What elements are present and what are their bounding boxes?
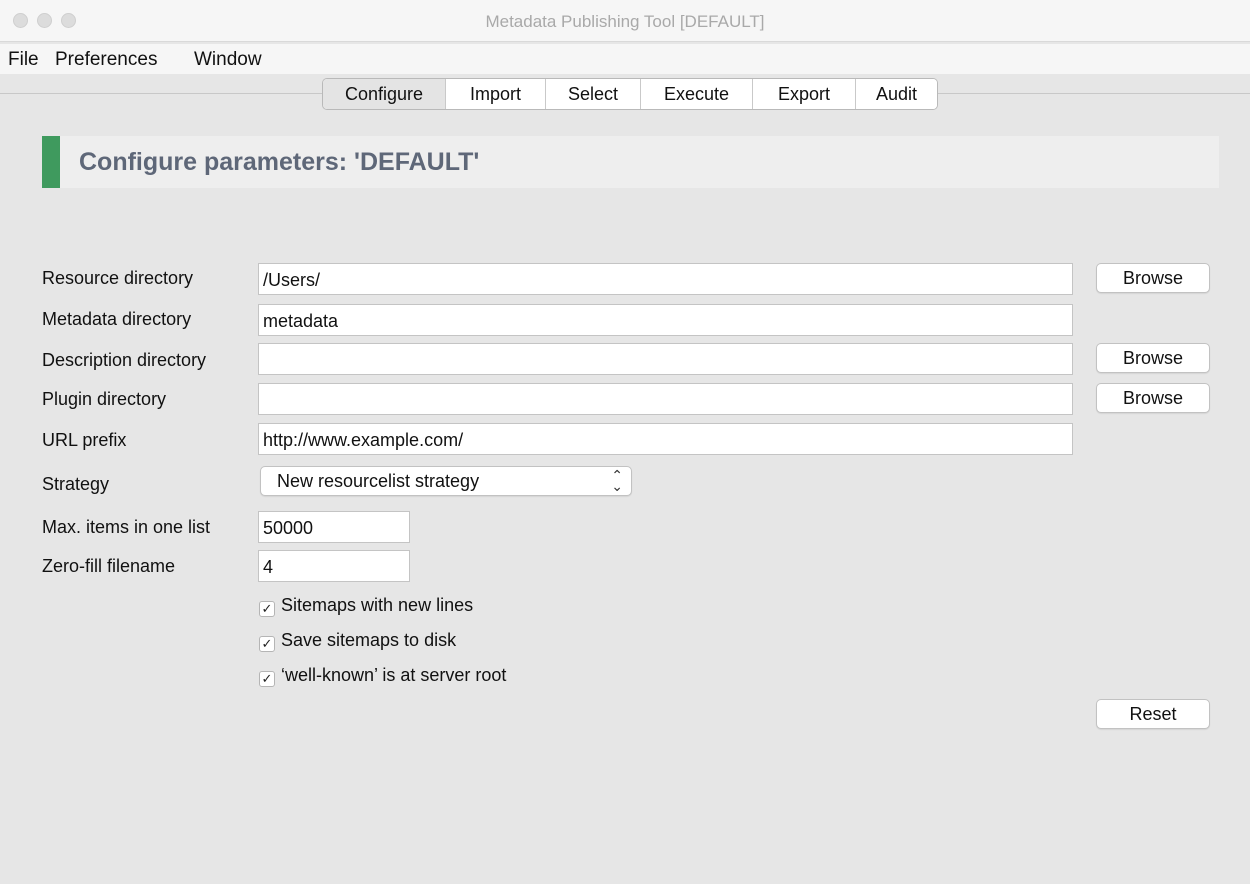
- url-prefix-label: URL prefix: [42, 430, 127, 450]
- sitemaps-new-lines-label: Sitemaps with new lines: [281, 595, 474, 615]
- page-title: Configure parameters: 'DEFAULT': [79, 148, 480, 176]
- checkmark-icon: ✓: [259, 601, 275, 617]
- resource-directory-label: Resource directory: [42, 268, 194, 288]
- plugin-directory-input[interactable]: [258, 383, 1073, 415]
- tab-select[interactable]: Select: [546, 79, 641, 109]
- plugin-directory-browse-button[interactable]: Browse: [1096, 383, 1210, 413]
- window-titlebar: Metadata Publishing Tool [DEFAULT]: [0, 0, 1250, 42]
- reset-button[interactable]: Reset: [1096, 699, 1210, 729]
- save-sitemaps-checkbox[interactable]: ✓ Save sitemaps to disk: [259, 630, 456, 652]
- checkmark-icon: ✓: [259, 636, 275, 652]
- menu-bar: File Preferences Window: [0, 44, 1250, 74]
- max-items-input[interactable]: 50000: [258, 511, 410, 543]
- plugin-directory-label: Plugin directory: [42, 389, 167, 409]
- well-known-root-checkbox[interactable]: ✓ ‘well-known’ is at server root: [259, 665, 506, 687]
- description-directory-input[interactable]: [258, 343, 1073, 375]
- description-directory-browse-button[interactable]: Browse: [1096, 343, 1210, 373]
- metadata-directory-label: Metadata directory: [42, 309, 192, 329]
- tab-bar: Configure Import Select Execute Export A…: [322, 78, 938, 110]
- window-title: Metadata Publishing Tool [DEFAULT]: [485, 12, 765, 31]
- menu-file[interactable]: File: [8, 49, 39, 71]
- sitemaps-new-lines-checkbox[interactable]: ✓ Sitemaps with new lines: [259, 595, 473, 617]
- tab-execute[interactable]: Execute: [641, 79, 753, 109]
- strategy-select[interactable]: New resourcelist strategy ⌃ ⌄: [260, 466, 632, 496]
- tab-import[interactable]: Import: [446, 79, 546, 109]
- zero-fill-input[interactable]: 4: [258, 550, 410, 582]
- header-accent-bar: [42, 136, 60, 188]
- url-prefix-input[interactable]: http://www.example.com/: [258, 423, 1073, 455]
- menu-preferences[interactable]: Preferences: [55, 49, 157, 71]
- strategy-label: Strategy: [42, 474, 110, 494]
- page-header: Configure parameters: 'DEFAULT': [42, 136, 1219, 188]
- metadata-directory-input[interactable]: metadata: [258, 304, 1073, 336]
- tab-export[interactable]: Export: [753, 79, 856, 109]
- zero-fill-label: Zero-fill filename: [42, 556, 176, 576]
- checkmark-icon: ✓: [259, 671, 275, 687]
- tab-audit[interactable]: Audit: [856, 79, 937, 109]
- max-items-label: Max. items in one list: [42, 517, 211, 537]
- save-sitemaps-label: Save sitemaps to disk: [281, 630, 457, 650]
- tab-configure[interactable]: Configure: [323, 79, 446, 109]
- strategy-selected-value: New resourcelist strategy: [277, 471, 480, 491]
- resource-directory-input[interactable]: /Users/: [258, 263, 1073, 295]
- chevron-updown-icon: ⌃ ⌄: [611, 467, 623, 494]
- resource-directory-browse-button[interactable]: Browse: [1096, 263, 1210, 293]
- description-directory-label: Description directory: [42, 350, 207, 370]
- well-known-root-label: ‘well-known’ is at server root: [281, 665, 507, 685]
- menu-window[interactable]: Window: [194, 49, 262, 71]
